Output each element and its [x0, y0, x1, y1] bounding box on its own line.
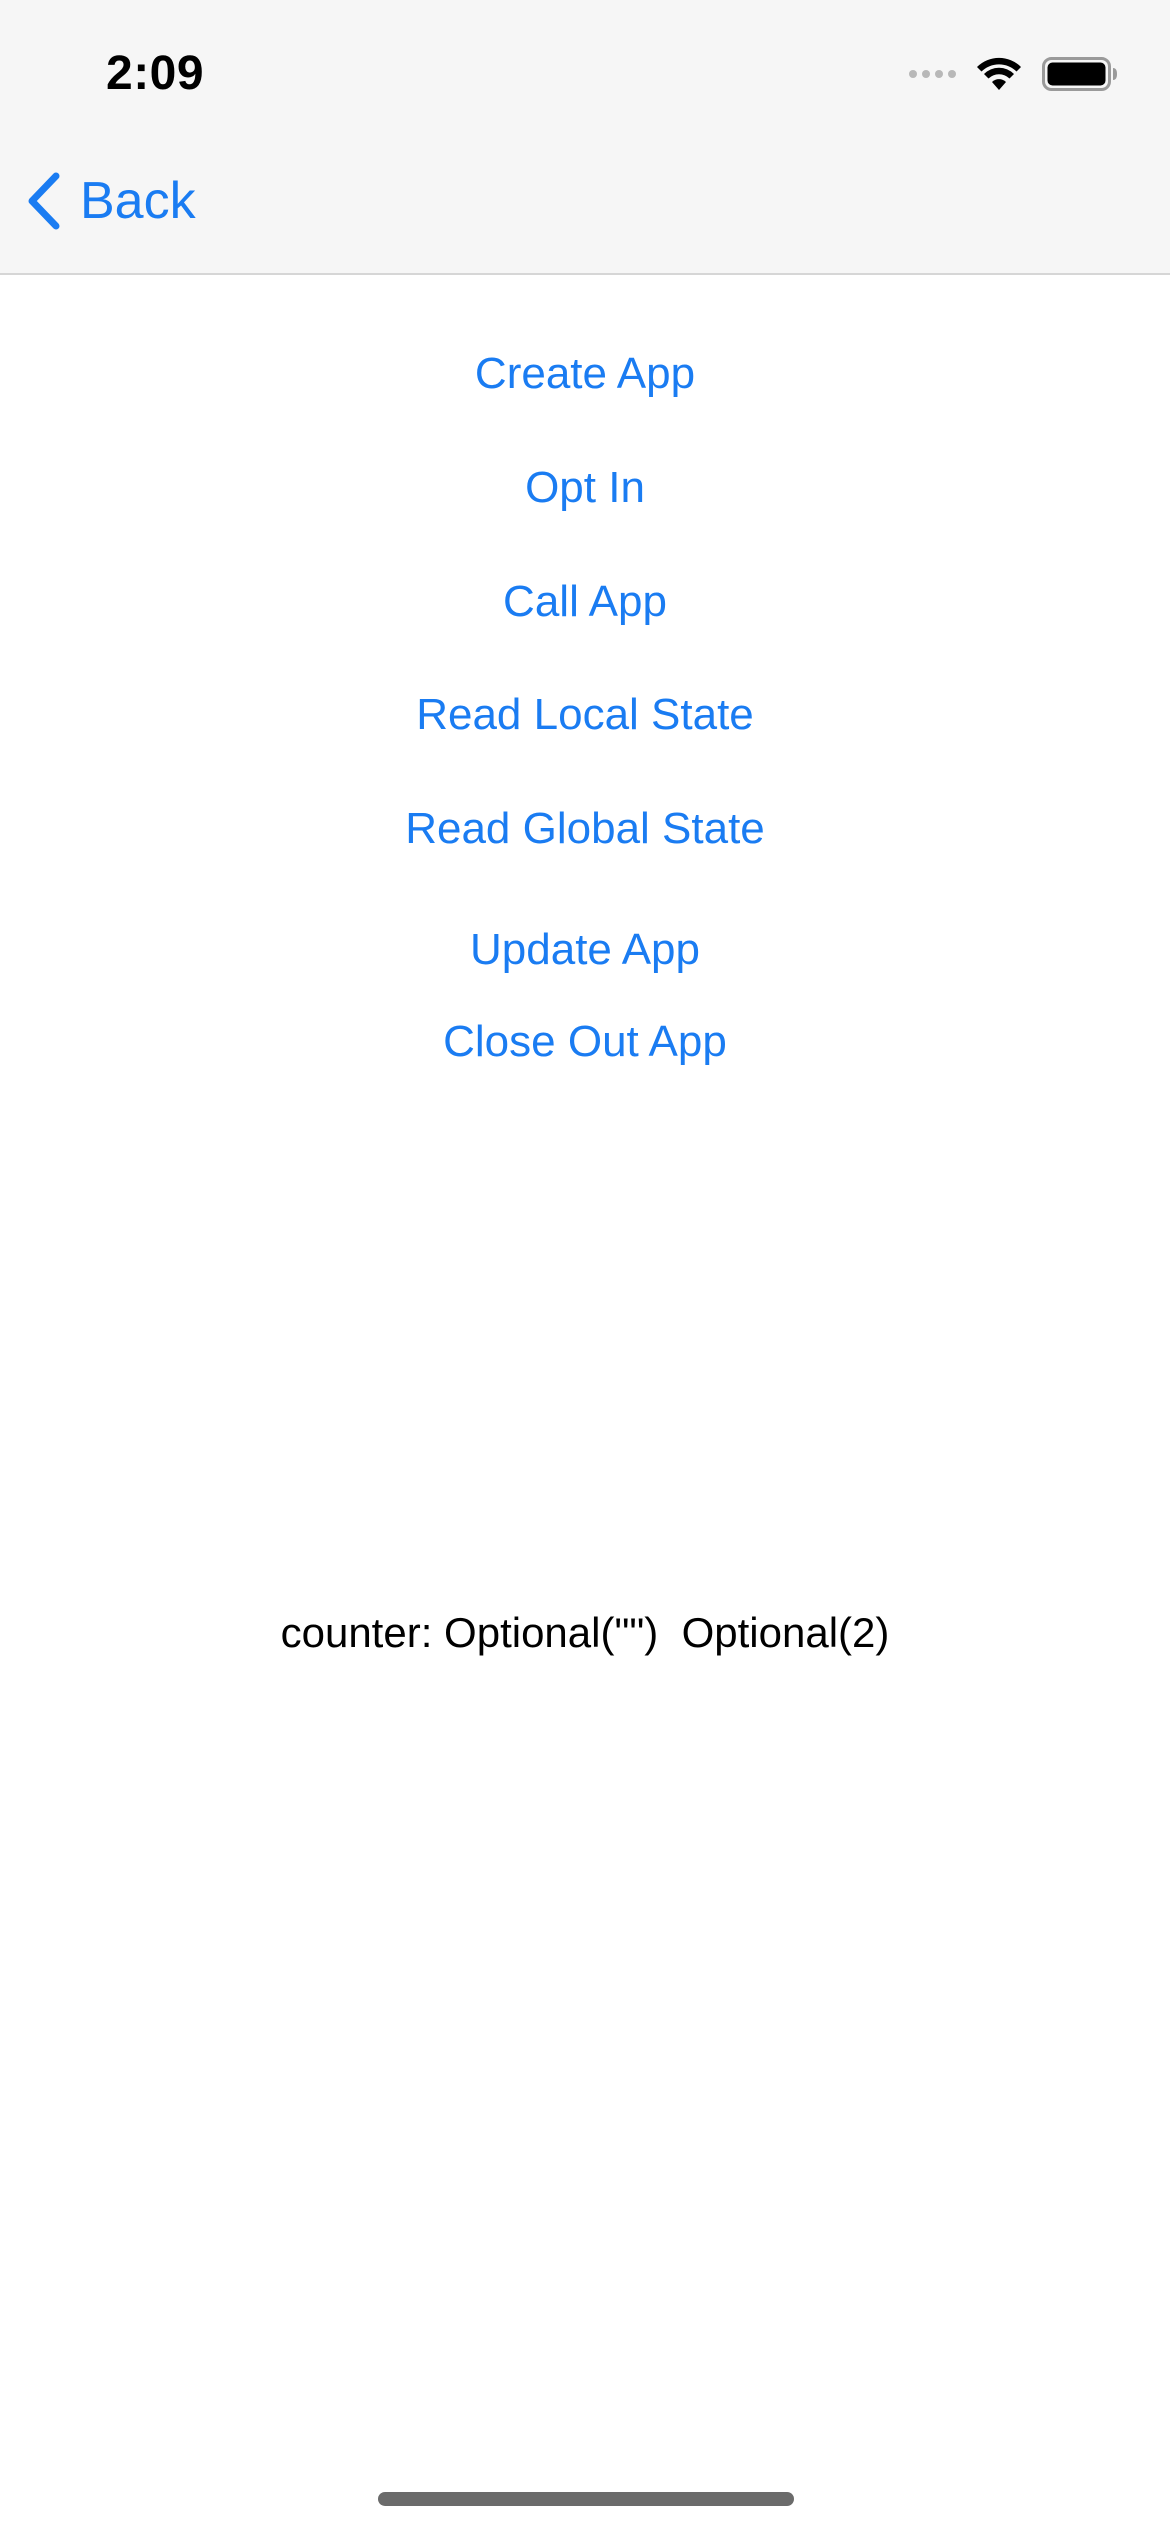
read-local-state-button[interactable]: Read Local State [0, 693, 1170, 737]
read-global-state-button[interactable]: Read Global State [0, 807, 1170, 851]
opt-in-button[interactable]: Opt In [0, 466, 1170, 510]
navigation-header: 2:09 Back [0, 0, 1170, 275]
wifi-icon [977, 57, 1021, 90]
home-indicator[interactable] [378, 2492, 794, 2506]
battery-icon [1042, 57, 1117, 91]
chevron-left-icon [28, 172, 60, 230]
update-app-button[interactable]: Update App [0, 928, 1170, 972]
back-label: Back [80, 172, 196, 230]
call-app-button[interactable]: Call App [0, 580, 1170, 624]
counter-output: counter: Optional("") Optional(2) [280, 1609, 890, 1656]
status-icons [909, 52, 1118, 96]
create-app-button[interactable]: Create App [0, 352, 1170, 396]
back-button[interactable]: Back [24, 172, 196, 230]
close-out-app-button[interactable]: Close Out App [0, 1020, 1170, 1064]
cellular-signal-icon [909, 70, 956, 78]
app-screen: 2:09 Back Create App Opt In Call App Rea… [0, 0, 1170, 2532]
status-time: 2:09 [106, 47, 205, 100]
